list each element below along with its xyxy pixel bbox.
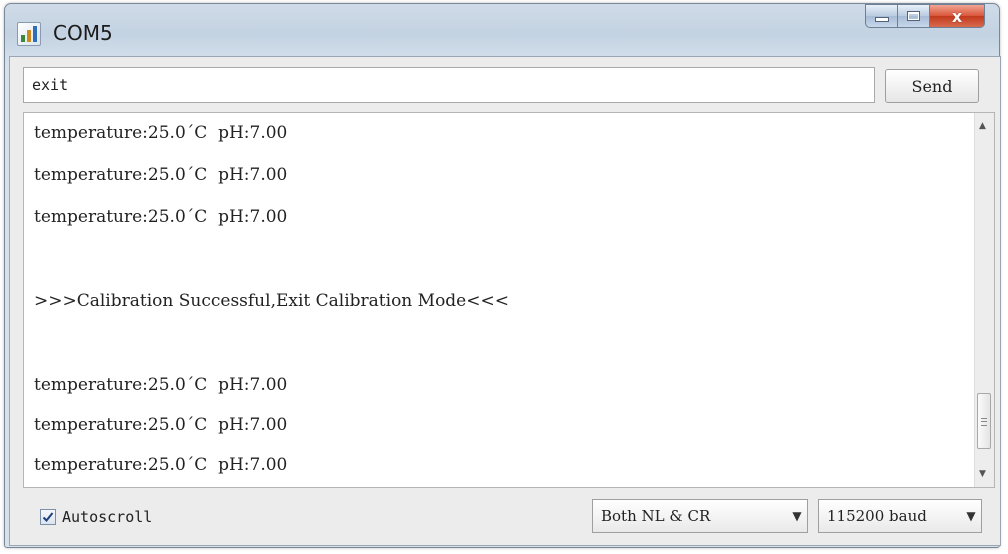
maximize-icon xyxy=(907,11,920,21)
scrollbar-thumb[interactable] xyxy=(977,393,991,449)
line-ending-select[interactable]: Both NL & CR ▼ xyxy=(592,499,808,533)
output-line: temperature:25.0ˊC pH:7.00 xyxy=(34,455,288,475)
title-bar[interactable]: COM5 x xyxy=(5,4,999,60)
minimize-icon xyxy=(874,17,889,22)
autoscroll-label: Autoscroll xyxy=(62,508,153,526)
serial-monitor-icon xyxy=(17,22,41,46)
send-input[interactable]: exit xyxy=(23,67,875,103)
output-line: temperature:25.0ˊC pH:7.00 xyxy=(34,165,288,185)
autoscroll-toggle[interactable]: Autoscroll xyxy=(40,508,152,526)
output-line: temperature:25.0ˊC pH:7.00 xyxy=(34,375,288,395)
output-line: temperature:25.0ˊC pH:7.00 xyxy=(34,207,288,227)
maximize-button[interactable] xyxy=(897,4,929,28)
baud-rate-select[interactable]: 115200 baud ▼ xyxy=(818,499,982,533)
line-ending-value: Both NL & CR xyxy=(601,507,711,525)
close-icon: x xyxy=(951,6,963,26)
chevron-down-icon: ▼ xyxy=(966,509,976,523)
window-title: COM5 xyxy=(53,21,113,45)
minimize-button[interactable] xyxy=(865,4,897,28)
autoscroll-checkbox[interactable] xyxy=(40,509,56,525)
chevron-down-icon: ▼ xyxy=(792,509,802,523)
checkmark-icon xyxy=(42,512,54,522)
output-line: temperature:25.0ˊC pH:7.00 xyxy=(34,123,288,143)
close-button[interactable]: x xyxy=(929,4,985,28)
scroll-down-arrow-icon[interactable]: ▼ xyxy=(979,469,986,479)
serial-output[interactable]: temperature:25.0ˊC pH:7.00 temperature:2… xyxy=(23,112,995,488)
send-button[interactable]: Send xyxy=(885,69,979,103)
grip-icon xyxy=(981,418,987,426)
caption-buttons: x xyxy=(865,4,985,28)
vertical-scrollbar[interactable]: ▲ ▼ xyxy=(974,113,994,487)
baud-rate-value: 115200 baud xyxy=(827,507,927,525)
calibration-message: >>>Calibration Successful,Exit Calibrati… xyxy=(34,291,509,311)
output-line: temperature:25.0ˊC pH:7.00 xyxy=(34,415,288,435)
scroll-up-arrow-icon[interactable]: ▲ xyxy=(979,121,986,131)
